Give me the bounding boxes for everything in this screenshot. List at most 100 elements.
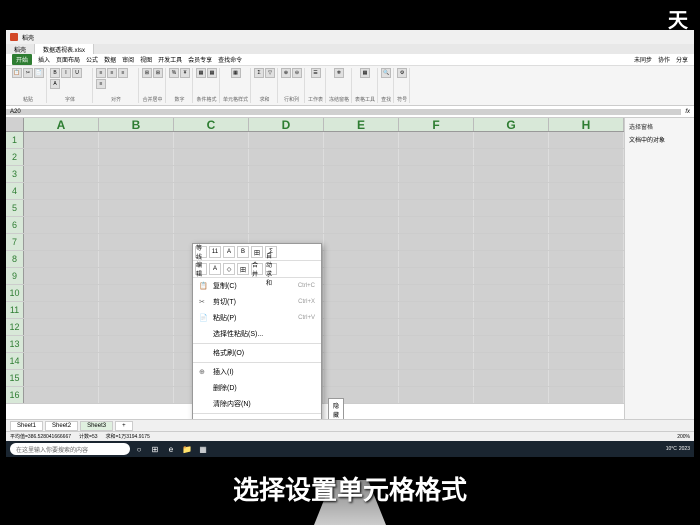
grid-cell[interactable] <box>474 268 549 284</box>
grid-cell[interactable] <box>99 336 174 352</box>
grid-cell[interactable] <box>549 149 624 165</box>
grid-cell[interactable] <box>99 387 174 403</box>
grid-cell[interactable] <box>399 268 474 284</box>
grid-cell[interactable] <box>474 200 549 216</box>
grid-cell[interactable] <box>324 336 399 352</box>
grid-cell[interactable] <box>24 319 99 335</box>
grid-cell[interactable] <box>249 132 324 148</box>
row-header[interactable]: 13 <box>6 336 24 352</box>
collab-button[interactable]: 协作 <box>658 55 670 64</box>
grid-cell[interactable] <box>474 370 549 386</box>
ribbon-button[interactable]: ⚙ <box>397 68 407 78</box>
grid-cell[interactable] <box>174 183 249 199</box>
grid-cell[interactable] <box>549 183 624 199</box>
mini-toolbar-button[interactable]: 11 <box>209 246 221 258</box>
ribbon-button[interactable]: 🔍 <box>381 68 391 78</box>
grid-cell[interactable] <box>474 183 549 199</box>
grid-cell[interactable] <box>399 370 474 386</box>
ribbon-button[interactable]: B <box>50 68 60 78</box>
row-header[interactable]: 12 <box>6 319 24 335</box>
grid-cell[interactable] <box>249 166 324 182</box>
grid-cell[interactable] <box>174 149 249 165</box>
mini-toolbar-button[interactable]: 田 <box>251 246 263 258</box>
share-button[interactable]: 分享 <box>676 55 688 64</box>
grid-cell[interactable] <box>324 166 399 182</box>
grid-cell[interactable] <box>99 132 174 148</box>
sheet-tab[interactable]: Sheet3 <box>80 421 113 431</box>
ribbon-button[interactable]: ▦ <box>231 68 241 78</box>
grid-cell[interactable] <box>399 251 474 267</box>
mini-toolbar-button[interactable]: 田 <box>237 263 249 275</box>
grid-cell[interactable] <box>399 149 474 165</box>
grid-cell[interactable] <box>549 353 624 369</box>
grid-cell[interactable] <box>399 234 474 250</box>
grid-cell[interactable] <box>324 319 399 335</box>
grid-cell[interactable] <box>399 166 474 182</box>
grid-cell[interactable] <box>24 268 99 284</box>
ribbon-button[interactable]: ⊖ <box>292 68 302 78</box>
grid-cell[interactable] <box>249 183 324 199</box>
column-header[interactable]: D <box>249 118 324 131</box>
context-menu-item[interactable]: ✂剪切(T)Ctrl+X <box>193 294 321 310</box>
grid-cell[interactable] <box>24 166 99 182</box>
grid-cell[interactable] <box>474 336 549 352</box>
column-header[interactable]: G <box>474 118 549 131</box>
mini-toolbar-button[interactable]: 自动求和 <box>265 263 277 275</box>
mini-toolbar-button[interactable]: B <box>237 246 249 258</box>
ribbon-button[interactable]: 📄 <box>34 68 44 78</box>
cortana-icon[interactable]: ○ <box>132 443 146 455</box>
ribbon-button[interactable]: A <box>50 79 60 89</box>
grid-cell[interactable] <box>99 217 174 233</box>
grid-cell[interactable] <box>99 302 174 318</box>
menu-dev[interactable]: 开发工具 <box>158 55 182 64</box>
ribbon-button[interactable]: ▦ <box>207 68 217 78</box>
grid-cell[interactable] <box>174 200 249 216</box>
sheet-tab[interactable]: Sheet2 <box>45 421 78 431</box>
select-all-corner[interactable] <box>6 118 24 131</box>
grid-cell[interactable] <box>399 285 474 301</box>
grid-cell[interactable] <box>474 251 549 267</box>
ribbon-button[interactable]: % <box>169 68 179 78</box>
grid-cell[interactable] <box>24 302 99 318</box>
add-sheet-button[interactable]: + <box>115 421 133 431</box>
grid-cell[interactable] <box>549 336 624 352</box>
ribbon-button[interactable]: ⊞ <box>142 68 152 78</box>
grid-cell[interactable] <box>24 132 99 148</box>
context-menu-item[interactable]: 选择性粘贴(S)... <box>193 326 321 342</box>
ribbon-button[interactable]: ▽ <box>265 68 275 78</box>
context-menu-item[interactable]: 📄粘贴(P)Ctrl+V <box>193 310 321 326</box>
grid-cell[interactable] <box>474 302 549 318</box>
ribbon-button[interactable]: 📋 <box>12 68 22 78</box>
row-header[interactable]: 4 <box>6 183 24 199</box>
grid-cell[interactable] <box>24 285 99 301</box>
menu-member[interactable]: 会员专享 <box>188 55 212 64</box>
grid-cell[interactable] <box>399 302 474 318</box>
grid-cell[interactable] <box>399 353 474 369</box>
row-header[interactable]: 8 <box>6 251 24 267</box>
grid-cell[interactable] <box>99 319 174 335</box>
tab-document[interactable]: 数据透视表.xlsx <box>35 44 94 54</box>
row-header[interactable]: 15 <box>6 370 24 386</box>
grid-cell[interactable] <box>24 251 99 267</box>
menu-insert[interactable]: 插入 <box>38 55 50 64</box>
row-header[interactable]: 2 <box>6 149 24 165</box>
menu-layout[interactable]: 页面布局 <box>56 55 80 64</box>
grid-cell[interactable] <box>99 166 174 182</box>
column-header[interactable]: C <box>174 118 249 131</box>
grid-cell[interactable] <box>99 234 174 250</box>
ribbon-button[interactable]: U <box>72 68 82 78</box>
grid-cell[interactable] <box>474 132 549 148</box>
edge-icon[interactable]: e <box>164 443 178 455</box>
grid-cell[interactable] <box>99 353 174 369</box>
context-menu-item[interactable]: 格式刷(O) <box>193 345 321 361</box>
ribbon-button[interactable]: ≡ <box>96 79 106 89</box>
grid-cell[interactable] <box>474 353 549 369</box>
row-header[interactable]: 16 <box>6 387 24 403</box>
grid-cell[interactable] <box>474 387 549 403</box>
ribbon-button[interactable]: I <box>61 68 71 78</box>
grid-cell[interactable] <box>99 285 174 301</box>
submenu-preview[interactable]: 隐藏的行高 <box>328 398 344 420</box>
column-header[interactable]: H <box>549 118 624 131</box>
grid-cell[interactable] <box>324 183 399 199</box>
grid-cell[interactable] <box>99 200 174 216</box>
